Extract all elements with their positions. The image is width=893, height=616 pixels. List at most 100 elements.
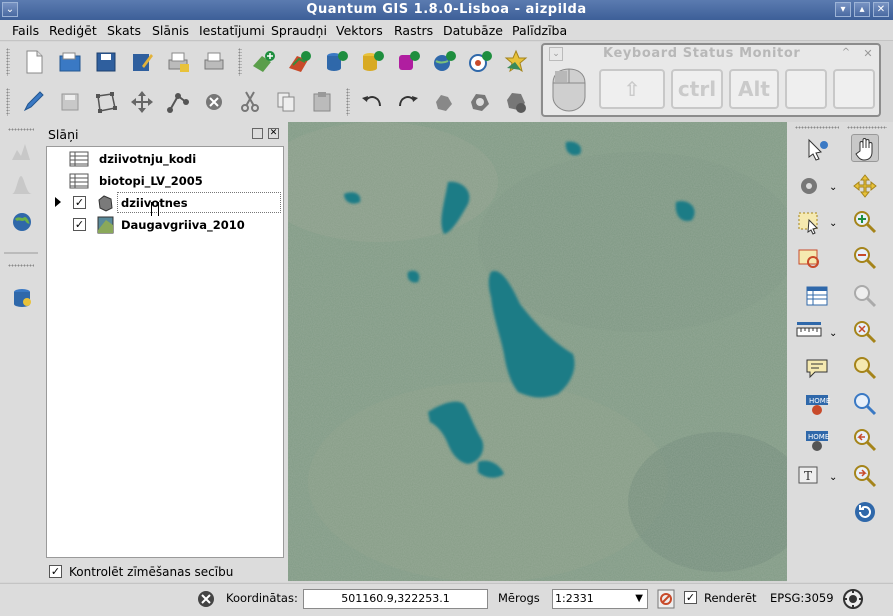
zoom-out-icon[interactable] [851, 244, 879, 272]
zoom-in-icon[interactable] [851, 208, 879, 236]
toolbar-grip[interactable] [6, 88, 10, 116]
menu-view[interactable]: Skats [107, 23, 141, 38]
add-raster-layer-icon[interactable] [286, 48, 314, 76]
add-feature-icon[interactable] [92, 88, 120, 116]
paste-features-icon[interactable] [308, 88, 336, 116]
toolbar-grip[interactable] [8, 264, 34, 267]
layer-row[interactable]: ✓ Daugavgriiva_2010 [47, 214, 283, 236]
layer-row[interactable]: biotopi_LV_2005 [47, 170, 283, 192]
redo-icon[interactable] [394, 88, 422, 116]
toolbar-grip[interactable] [795, 126, 839, 129]
cut-features-icon[interactable] [236, 88, 264, 116]
save-as-icon[interactable] [128, 48, 156, 76]
minimize-icon[interactable]: ▾ [835, 2, 851, 17]
toolbar-grip[interactable] [8, 128, 34, 131]
histogram-icon[interactable] [8, 138, 36, 166]
add-mssql-layer-icon[interactable] [394, 48, 422, 76]
chevron-down-icon[interactable]: ⌄ [829, 328, 837, 339]
crs-label[interactable]: EPSG:3059 [770, 591, 834, 605]
menu-file[interactable]: Fails [12, 23, 39, 38]
globe-icon[interactable] [8, 208, 36, 236]
zoom-native-icon[interactable] [851, 390, 879, 418]
toggle-editing-icon[interactable] [20, 88, 48, 116]
menu-settings[interactable]: Iestatījumi [199, 23, 265, 38]
layer-visibility-checkbox[interactable]: ✓ [73, 196, 86, 209]
add-vector-layer-icon[interactable] [250, 48, 278, 76]
chevron-down-icon[interactable]: ⌄ [829, 218, 837, 229]
add-spatialite-layer-icon[interactable] [358, 48, 386, 76]
stop-rendering-icon[interactable] [657, 589, 675, 609]
add-wfs-layer-icon[interactable] [466, 48, 494, 76]
attribute-table-icon[interactable] [803, 282, 831, 310]
menu-database[interactable]: Datubāze [443, 23, 503, 38]
pan-to-selection-icon[interactable] [851, 172, 879, 200]
menu-help[interactable]: Palīdzība [512, 23, 567, 38]
zoom-to-layer-icon[interactable] [851, 354, 879, 382]
copy-features-icon[interactable] [272, 88, 300, 116]
chevron-down-icon[interactable]: ⌄ [829, 182, 837, 193]
action-gear-icon[interactable] [795, 172, 823, 200]
control-rendering-order-checkbox[interactable]: ✓ [49, 565, 62, 578]
close-panel-icon[interactable]: ✕ [268, 128, 279, 139]
maximize-icon[interactable]: ▴ [854, 2, 870, 17]
text-annotation-icon[interactable]: T [795, 462, 823, 490]
expand-arrow-icon[interactable] [55, 197, 61, 207]
print-icon[interactable] [200, 48, 228, 76]
toolbar-grip[interactable] [346, 88, 350, 116]
toolbar-grip[interactable] [238, 48, 242, 76]
map-tips-icon[interactable] [803, 354, 831, 382]
layer-row-selected[interactable]: ✓ dziivotnes [47, 192, 283, 216]
add-postgis-layer-icon[interactable] [322, 48, 350, 76]
chevron-up-icon[interactable]: ^ [839, 47, 853, 61]
database-manager-icon[interactable] [8, 284, 36, 312]
chevron-down-icon[interactable]: ▼ [635, 590, 643, 608]
map-canvas[interactable] [288, 122, 787, 581]
refresh-icon[interactable] [851, 498, 879, 526]
save-icon[interactable] [92, 48, 120, 76]
add-part-icon[interactable] [502, 88, 530, 116]
zoom-last-icon[interactable] [851, 426, 879, 454]
delete-selected-icon[interactable] [200, 88, 228, 116]
stretch-histogram-icon[interactable] [8, 172, 36, 200]
select-features-icon[interactable] [795, 208, 823, 236]
float-panel-icon[interactable] [252, 128, 263, 139]
deselect-features-icon[interactable] [795, 244, 823, 272]
chevron-down-icon[interactable]: ⌄ [549, 47, 563, 61]
add-wms-layer-icon[interactable] [430, 48, 458, 76]
open-project-icon[interactable] [56, 48, 84, 76]
zoom-next-icon[interactable] [851, 462, 879, 490]
zoom-full-icon[interactable] [851, 282, 879, 310]
zoom-to-selection-icon[interactable] [851, 318, 879, 346]
new-shapefile-layer-icon[interactable] [502, 48, 530, 76]
close-icon[interactable]: ✕ [873, 2, 889, 17]
layer-row[interactable]: dziivotnju_kodi [47, 148, 283, 170]
new-project-icon[interactable] [20, 48, 48, 76]
menu-layer[interactable]: Slānis [152, 23, 189, 38]
render-checkbox[interactable]: ✓ [684, 591, 697, 604]
toolbar-grip[interactable] [6, 48, 10, 76]
measure-icon[interactable] [795, 318, 823, 346]
projection-status-icon[interactable] [842, 588, 864, 610]
print-composer-icon[interactable] [164, 48, 192, 76]
move-feature-icon[interactable] [128, 88, 156, 116]
close-icon[interactable]: ✕ [861, 47, 875, 61]
node-tool-icon[interactable] [164, 88, 192, 116]
chevron-down-icon[interactable]: ⌄ [829, 472, 837, 483]
show-bookmarks-icon[interactable]: HOME [803, 426, 831, 454]
coordinates-field[interactable]: 501160.9,322253.1 [303, 589, 488, 609]
menu-vector[interactable]: Vektors [336, 23, 383, 38]
menu-raster[interactable]: Rastrs [394, 23, 433, 38]
layer-visibility-checkbox[interactable]: ✓ [73, 218, 86, 231]
toolbar-grip[interactable] [847, 126, 887, 129]
add-ring-icon[interactable] [466, 88, 494, 116]
menu-edit[interactable]: Rediģēt [49, 23, 97, 38]
identify-icon[interactable] [803, 136, 831, 164]
menu-plugins[interactable]: Spraudņi [271, 23, 327, 38]
new-bookmark-icon[interactable]: HOME [803, 390, 831, 418]
scale-combobox[interactable]: 1:2331 ▼ [552, 589, 648, 609]
pan-icon[interactable] [851, 134, 879, 162]
undo-icon[interactable] [358, 88, 386, 116]
simplify-feature-icon[interactable] [430, 88, 458, 116]
save-edits-icon[interactable] [56, 88, 84, 116]
layer-tree[interactable]: dziivotnju_kodi biotopi_LV_2005 ✓ dziivo… [46, 146, 284, 558]
